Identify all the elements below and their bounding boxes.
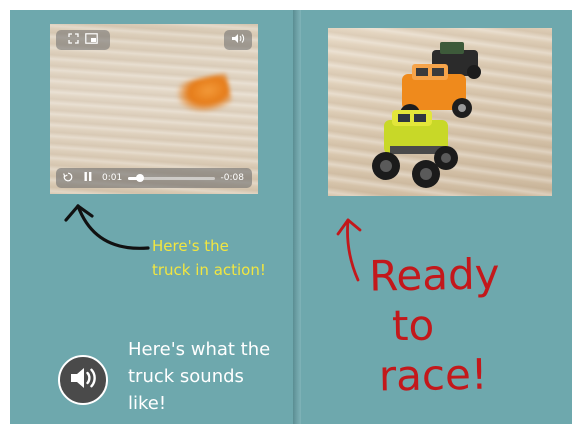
sound-caption-line3: like! — [128, 393, 167, 414]
race-line-3: race! — [378, 349, 489, 401]
book-spine — [293, 10, 301, 424]
race-line-2: to — [391, 300, 435, 351]
video-player[interactable]: 0:01 -0:08 — [50, 24, 258, 194]
remaining-time: -0:08 — [220, 173, 244, 183]
race-line-1: Ready — [368, 249, 500, 301]
left-page: 0:01 -0:08 Here's the truck in action! H… — [10, 10, 293, 424]
toy-trucks-illustration — [372, 42, 481, 188]
hand-drawn-arrow — [64, 204, 150, 250]
ready-to-race-caption: Ready to race! — [369, 248, 562, 401]
volume-button[interactable] — [224, 30, 252, 50]
pause-icon[interactable] — [80, 172, 96, 184]
audio-play-button[interactable] — [58, 355, 108, 405]
current-time: 0:01 — [102, 173, 123, 183]
sound-caption: Here's what the truck sounds like! — [128, 336, 288, 417]
toy-trucks-photo — [328, 28, 552, 196]
expand-icon[interactable] — [68, 33, 79, 47]
sound-caption-line1: Here's what the — [128, 339, 271, 360]
action-caption-line2: truck in action! — [152, 261, 266, 279]
seek-handle[interactable] — [136, 173, 145, 182]
replay-icon[interactable] — [60, 172, 76, 185]
picture-in-picture-icon[interactable] — [85, 33, 98, 47]
seek-bar[interactable] — [128, 173, 215, 182]
action-caption: Here's the truck in action! — [152, 234, 292, 282]
sound-caption-line2: truck sounds — [128, 366, 244, 387]
top-left-controls — [56, 30, 110, 50]
volume-icon — [231, 33, 245, 47]
speaker-icon — [68, 366, 98, 394]
action-caption-line1: Here's the — [152, 237, 229, 255]
playback-bar: 0:01 -0:08 — [56, 168, 252, 188]
